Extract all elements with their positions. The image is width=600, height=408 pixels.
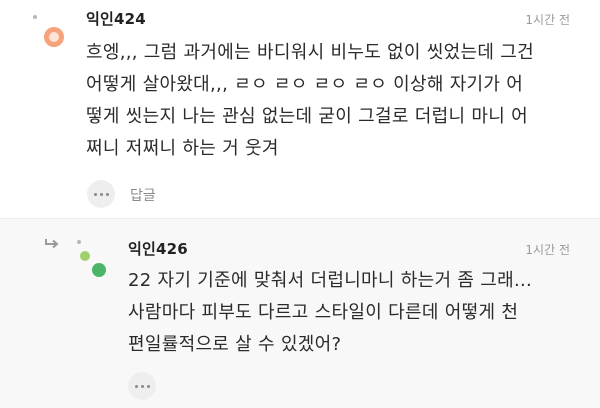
comment-item: 익인424 1시간 전 흐엥,,, 그럼 과거에는 바디워시 비누도 없이 씻었… — [0, 0, 600, 218]
ellipsis-icon — [93, 192, 97, 196]
avatar[interactable] — [44, 27, 64, 47]
comment-text: 흐엥,,, 그럼 과거에는 바디워시 비누도 없이 씻었는데 그건 어떻게 살아… — [86, 42, 534, 159]
comment-text: 22 자기 기준에 맞춰서 더럽니마니 하는거 좀 그래... 사람마다 피부도… — [128, 270, 533, 355]
avatar[interactable] — [80, 249, 110, 279]
indicator-dot — [77, 240, 81, 244]
reply-button[interactable]: 답글 — [130, 185, 156, 205]
comment-time: 1시간 전 — [525, 13, 570, 27]
more-options-button[interactable] — [128, 372, 156, 400]
comment-nickname[interactable]: 익인426 — [128, 238, 188, 259]
more-options-button[interactable] — [87, 180, 115, 208]
indicator-dot — [33, 15, 37, 19]
reply-arrow-icon — [45, 239, 59, 249]
ellipsis-icon — [134, 384, 138, 388]
comment-time: 1시간 전 — [525, 243, 570, 257]
comment-nickname[interactable]: 익인424 — [86, 8, 146, 29]
